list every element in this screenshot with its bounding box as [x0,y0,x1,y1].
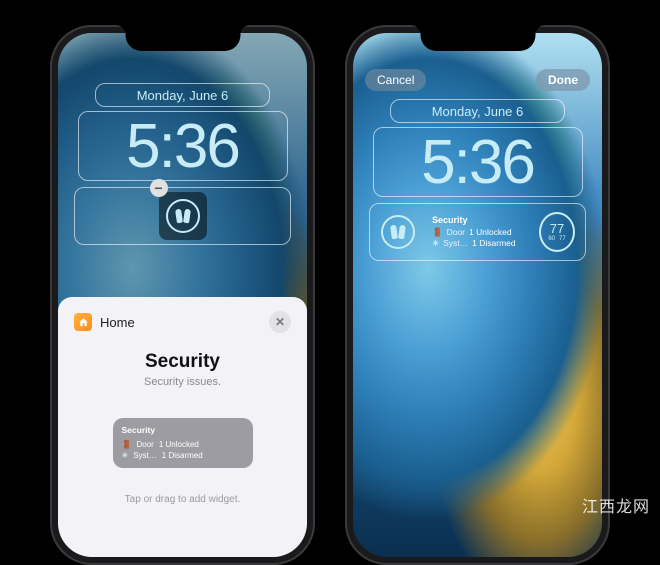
time-text: 5:36 [421,127,534,198]
widget-row-filled[interactable]: Security 🚪 Door 1 Unlocked ✳ Syst… 1 Dis… [369,203,586,261]
widget-airpods[interactable] [374,208,422,256]
widget-picker-sheet: Home ✕ Security Security issues. Securit… [58,297,307,557]
security-row-0-label: Door [447,227,465,238]
door-icon: 🚪 [122,439,132,450]
sheet-hint: Tap or drag to add widget. [74,494,291,505]
sheet-header: Home ✕ [74,311,291,333]
widget-row-editing[interactable]: − [74,187,291,245]
cancel-button[interactable]: Cancel [365,69,426,91]
system-icon: ✳ [432,238,439,249]
home-app-icon [74,313,92,331]
sheet-title: Security [74,351,291,373]
airpods-icon [381,215,415,249]
close-sheet-button[interactable]: ✕ [269,311,291,333]
preview-row-1-label: Syst… [133,450,157,461]
time-container[interactable]: 5:36 [78,111,288,181]
time-container[interactable]: 5:36 [373,127,583,197]
cancel-label: Cancel [377,73,414,87]
date-container[interactable]: Monday, June 6 [95,83,270,107]
notch [420,25,535,51]
screen-left: Monday, June 6 5:36 − Home ✕ [58,33,307,557]
security-row-1-status: 1 Disarmed [472,238,515,249]
sheet-app-label: Home [74,313,135,331]
preview-row-1-status: 1 Disarmed [162,450,203,461]
security-row-1: ✳ Syst… 1 Disarmed [432,238,516,249]
widget-security[interactable]: Security 🚪 Door 1 Unlocked ✳ Syst… 1 Dis… [426,208,529,256]
date-container[interactable]: Monday, June 6 [390,99,565,123]
weather-low: 60 [548,236,555,242]
door-icon: 🚪 [432,227,443,238]
widget-airpods[interactable] [159,192,207,240]
edit-mode-buttons: Cancel Done [365,69,590,91]
date-text: Monday, June 6 [432,104,524,119]
done-button[interactable]: Done [536,69,590,91]
weather-high: 77 [559,236,566,242]
preview-title: Security [122,425,244,437]
phone-left: Monday, June 6 5:36 − Home ✕ [50,25,315,565]
sheet-subtitle: Security issues. [74,376,291,388]
notch [125,25,240,51]
security-title: Security [432,215,516,227]
weather-range: 60 77 [548,236,565,242]
lockscreen-content: Monday, June 6 5:36 Security 🚪 Door 1 Un… [353,33,602,261]
watermark: 江西龙网 [582,493,650,517]
security-row-1-label: Syst… [443,238,468,249]
security-row-0: 🚪 Door 1 Unlocked [432,227,516,238]
system-icon: ✳ [122,450,129,461]
lockscreen-content: Monday, June 6 5:36 − [58,33,307,245]
time-text: 5:36 [126,111,239,182]
screen-right: Cancel Done Monday, June 6 5:36 Security [353,33,602,557]
security-row-0-status: 1 Unlocked [469,227,512,238]
widget-weather[interactable]: 77 60 77 [533,208,581,256]
airpods-icon [166,199,200,233]
phone-right: Cancel Done Monday, June 6 5:36 Security [345,25,610,565]
preview-row-0: 🚪 Door 1 Unlocked [122,439,244,450]
sheet-app-name: Home [100,315,135,330]
security-widget-text: Security 🚪 Door 1 Unlocked ✳ Syst… 1 Dis… [432,215,516,250]
weather-temp: 77 [550,222,564,235]
date-text: Monday, June 6 [137,88,229,103]
done-label: Done [548,73,578,87]
remove-widget-button[interactable]: − [150,179,168,197]
preview-row-0-label: Door [136,439,153,450]
preview-row-1: ✳ Syst… 1 Disarmed [122,450,244,461]
widget-preview-security[interactable]: Security 🚪 Door 1 Unlocked ✳ Syst… 1 Dis… [113,418,253,468]
weather-icon: 77 60 77 [539,212,575,252]
preview-row-0-status: 1 Unlocked [159,439,199,450]
